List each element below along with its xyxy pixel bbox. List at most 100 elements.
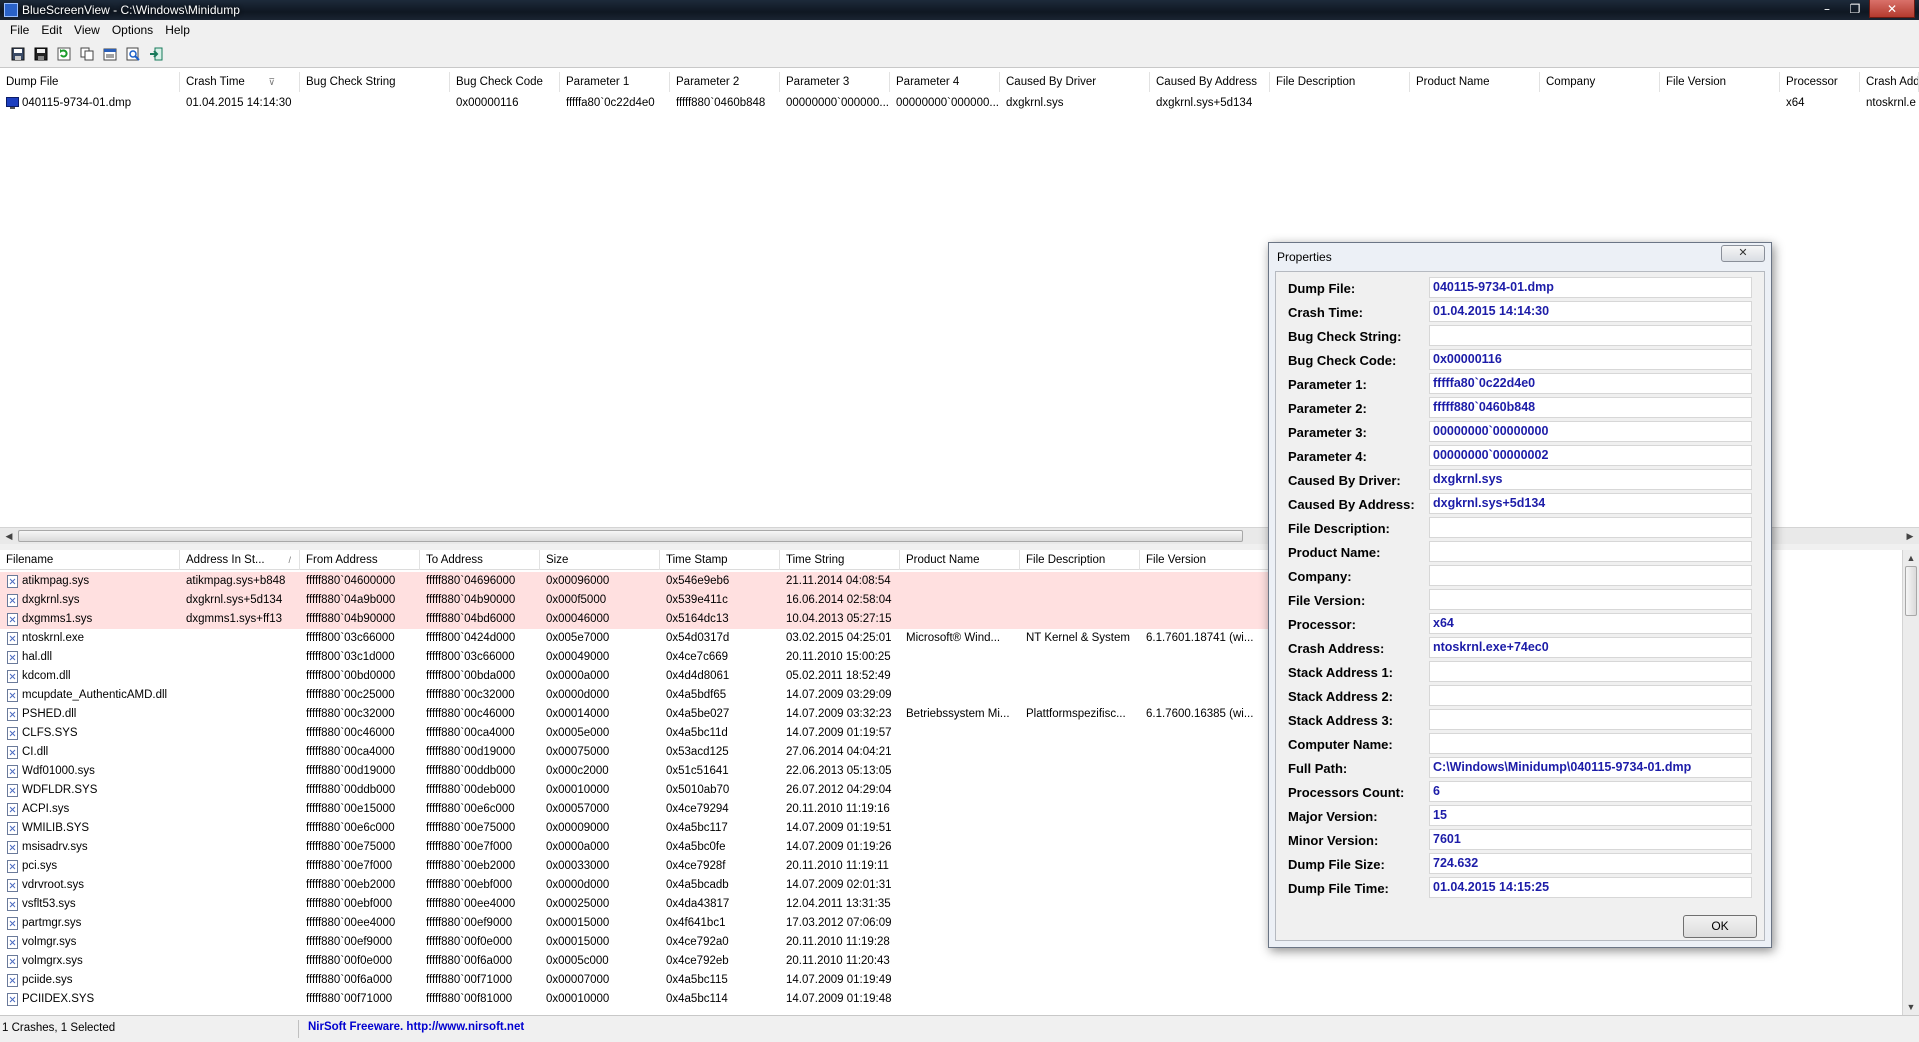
col-parameter-2[interactable]: Parameter 2 [670, 72, 780, 92]
property-value-field[interactable]: 01.04.2015 14:15:25 [1429, 877, 1752, 898]
property-value-field[interactable]: fffff880`0460b848 [1429, 397, 1752, 418]
property-value-field[interactable]: ntoskrnl.exe+74ec0 [1429, 637, 1752, 658]
driver-row[interactable]: PSHED.dll fffff880`00c32000 fffff880`00c46… [0, 705, 1270, 724]
menu-edit[interactable]: Edit [35, 20, 68, 40]
minimize-button[interactable]: – [1813, 0, 1841, 18]
driver-row[interactable]: vdrvroot.sys fffff880`00eb2000 fffff880`00… [0, 876, 1270, 895]
driver-row[interactable]: PCIIDEX.SYS fffff880`00f71000 fffff880`00f… [0, 990, 1270, 1009]
property-value-field[interactable]: C:\Windows\Minidump\040115-9734-01.dmp [1429, 757, 1752, 778]
scroll-up-icon[interactable]: ▲ [1904, 551, 1918, 565]
property-value-field[interactable]: dxgkrnl.sys+5d134 [1429, 493, 1752, 514]
driver-row[interactable]: CLFS.SYS fffff880`00c46000 fffff880`00ca40… [0, 724, 1270, 743]
property-value-field[interactable]: 15 [1429, 805, 1752, 826]
driver-row[interactable]: hal.dll fffff800`03c1d000 fffff800`03c6600… [0, 648, 1270, 667]
property-value-field[interactable]: 01.04.2015 14:14:30 [1429, 301, 1752, 322]
nirsoft-link[interactable]: NirSoft Freeware. http://www.nirsoft.net [308, 1021, 524, 1033]
properties-icon[interactable] [100, 44, 120, 64]
property-value-field[interactable]: 040115-9734-01.dmp [1429, 277, 1752, 298]
property-value-field[interactable]: 7601 [1429, 829, 1752, 850]
property-value-field[interactable]: dxgkrnl.sys [1429, 469, 1752, 490]
vertical-scroll-thumb[interactable] [1905, 566, 1917, 616]
driver-row[interactable]: kdcom.dll fffff800`00bd0000 fffff800`00bda… [0, 667, 1270, 686]
col-file-version[interactable]: File Version [1660, 72, 1780, 92]
dialog-close-button[interactable]: ✕ [1721, 245, 1765, 262]
scroll-right-icon[interactable]: ▶ [1903, 529, 1917, 543]
col-caused-by-driver[interactable]: Caused By Driver [1000, 72, 1150, 92]
maximize-button[interactable]: ❐ [1841, 0, 1869, 18]
exit-icon[interactable] [146, 44, 166, 64]
col-file-version[interactable]: File Version [1140, 550, 1270, 570]
col-file-description[interactable]: File Description [1270, 72, 1410, 92]
col-filename[interactable]: Filename [0, 550, 180, 570]
menu-view[interactable]: View [68, 20, 106, 40]
menu-help[interactable]: Help [159, 20, 196, 40]
driver-row[interactable]: CI.dll fffff880`00ca4000 fffff880`00d19000… [0, 743, 1270, 762]
property-value-field[interactable]: 00000000`00000000 [1429, 421, 1752, 442]
driver-row[interactable]: volmgrx.sys fffff880`00f0e000 fffff880`00f… [0, 952, 1270, 971]
driver-row[interactable]: dxgmms1.sys dxgmms1.sys+ff13 fffff880`04b9… [0, 610, 1270, 629]
property-value-field[interactable]: x64 [1429, 613, 1752, 634]
property-value-field[interactable] [1429, 541, 1752, 562]
driver-row[interactable]: WDFLDR.SYS fffff880`00ddb000 fffff880`00de… [0, 781, 1270, 800]
driver-row[interactable]: partmgr.sys fffff880`00ee4000 fffff880`00e… [0, 914, 1270, 933]
col-caused-by-address[interactable]: Caused By Address [1150, 72, 1270, 92]
scroll-down-icon[interactable]: ▼ [1904, 1000, 1918, 1014]
property-value-field[interactable] [1429, 733, 1752, 754]
property-value-field[interactable] [1429, 661, 1752, 682]
crash-row[interactable]: 040115-9734-01.dmp 01.04.2015 14:14:30 0… [0, 94, 1919, 113]
col-bug-check-string[interactable]: Bug Check String [300, 72, 450, 92]
scroll-left-icon[interactable]: ◀ [2, 529, 16, 543]
driver-row[interactable]: volmgr.sys fffff880`00ef9000 fffff880`00f0… [0, 933, 1270, 952]
refresh-icon[interactable] [54, 44, 74, 64]
property-value-field[interactable]: 0x00000116 [1429, 349, 1752, 370]
copy-icon[interactable] [77, 44, 97, 64]
property-value-field[interactable] [1429, 589, 1752, 610]
scroll-thumb[interactable] [18, 530, 1243, 542]
driver-row[interactable]: pci.sys fffff880`00e7f000 fffff880`00eb200… [0, 857, 1270, 876]
driver-row[interactable]: atikmpag.sys atikmpag.sys+b848 fffff880`04… [0, 572, 1270, 591]
col-address-in-stack[interactable]: Address In St... / [180, 550, 300, 570]
col-bug-check-code[interactable]: Bug Check Code [450, 72, 560, 92]
col-parameter-3[interactable]: Parameter 3 [780, 72, 890, 92]
col-time-stamp[interactable]: Time Stamp [660, 550, 780, 570]
col-file-description[interactable]: File Description [1020, 550, 1140, 570]
driver-row[interactable]: Wdf01000.sys fffff880`00d19000 fffff880`00… [0, 762, 1270, 781]
driver-row[interactable]: ntoskrnl.exe fffff800`03c66000 fffff800`04… [0, 629, 1270, 648]
vertical-scrollbar[interactable]: ▲ ▼ [1902, 550, 1919, 1015]
property-value-field[interactable]: fffffa80`0c22d4e0 [1429, 373, 1752, 394]
driver-row[interactable]: ACPI.sys fffff880`00e15000 fffff880`00e6c0… [0, 800, 1270, 819]
driver-row[interactable]: WMILIB.SYS fffff880`00e6c000 fffff880`00e7… [0, 819, 1270, 838]
driver-row[interactable]: mcupdate_AuthenticAMD.dll fffff880`00c250… [0, 686, 1270, 705]
col-to-address[interactable]: To Address [420, 550, 540, 570]
find-icon[interactable] [123, 44, 143, 64]
menu-file[interactable]: File [4, 20, 35, 40]
driver-row[interactable]: vsflt53.sys fffff880`00ebf000 fffff880`00e… [0, 895, 1270, 914]
col-product-name[interactable]: Product Name [900, 550, 1020, 570]
col-company[interactable]: Company [1540, 72, 1660, 92]
property-value-field[interactable] [1429, 685, 1752, 706]
col-crash-address[interactable]: Crash Add [1860, 72, 1919, 92]
ok-button[interactable]: OK [1683, 915, 1757, 938]
close-button[interactable]: ✕ [1869, 0, 1915, 18]
property-value-field[interactable] [1429, 709, 1752, 730]
col-product-name[interactable]: Product Name [1410, 72, 1540, 92]
property-value-field[interactable]: 6 [1429, 781, 1752, 802]
property-value-field[interactable]: 00000000`00000002 [1429, 445, 1752, 466]
col-processor[interactable]: Processor [1780, 72, 1860, 92]
col-time-string[interactable]: Time String [780, 550, 900, 570]
driver-row[interactable]: dxgkrnl.sys dxgkrnl.sys+5d134 fffff880`04a… [0, 591, 1270, 610]
col-parameter-4[interactable]: Parameter 4 [890, 72, 1000, 92]
col-from-address[interactable]: From Address [300, 550, 420, 570]
property-value-field[interactable]: 724.632 [1429, 853, 1752, 874]
col-size[interactable]: Size [540, 550, 660, 570]
property-value-field[interactable] [1429, 565, 1752, 586]
menu-options[interactable]: Options [106, 20, 159, 40]
property-value-field[interactable] [1429, 517, 1752, 538]
save-icon[interactable] [8, 44, 28, 64]
property-value-field[interactable] [1429, 325, 1752, 346]
driver-row[interactable]: pciide.sys fffff880`00f6a000 fffff880`00f7… [0, 971, 1270, 990]
driver-row[interactable]: msisadrv.sys fffff880`00e75000 fffff880`00… [0, 838, 1270, 857]
col-dump-file[interactable]: Dump File [0, 72, 180, 92]
col-crash-time[interactable]: Crash Time ⊽ [180, 72, 300, 92]
save-selected-icon[interactable] [31, 44, 51, 64]
